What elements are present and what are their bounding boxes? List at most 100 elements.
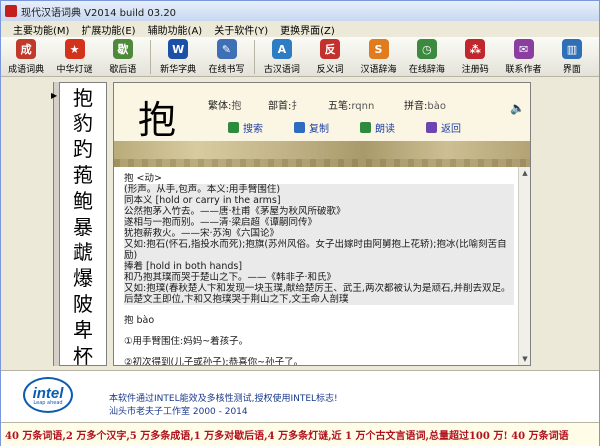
toolbar-button-3[interactable]: W 新华字典 [157,37,199,77]
toolbar-separator [253,40,255,74]
scroll-down-icon[interactable]: ▼ [519,353,531,365]
definition-line: 抱 bào [124,315,155,326]
intel-logo: intel Leap ahead [23,377,73,413]
traditional-field: 繁体:抱 [208,97,241,112]
pinyin-label: 拼音: [404,101,428,112]
toolbar-button-label: 界面 [562,65,581,75]
definition-line: 犹抱薪救火。——宋·苏洵《六国论》 [124,228,514,239]
copy-icon [294,122,305,133]
toolbar-button-8[interactable]: ◷ 在线辞海 [406,37,448,77]
search-icon [228,122,239,133]
footer-certification-text: 本软件通过INTEL能效及多核性测试,授权使用INTEL标志! [109,394,338,404]
copy-button[interactable]: 复制 [294,120,329,135]
toolbar-button-0[interactable]: 成成语词典 [5,37,47,77]
toolbar-button-label: 汉语辞海 [360,65,397,75]
character-list[interactable]: 抱 ▶ 豹趵菢鲍暴虣爆陂卑杯 [51,82,107,368]
character-list-item[interactable]: 陂 [60,289,106,316]
definition-line: (形声。从手,包声。本义:用手臂围住) [124,184,514,195]
decorative-banner [114,141,530,167]
toolbar-button-4[interactable]: ✎ 在线书写 [205,37,247,77]
saying-icon: 歇 [112,39,133,59]
menu-bar: 主要功能(M) 扩展功能(E) 辅助功能(A) 关于软件(Y) 更换界面(Z) [1,21,599,37]
chinese-cihai-icon: S [368,39,389,59]
app-icon [5,5,17,17]
entry-character: 抱 [138,98,177,142]
toolbar-button-1[interactable]: ★ 中华灯谜 [53,37,95,77]
definition-scrollbar[interactable]: ▲ ▼ [518,167,530,365]
toolbar-button-label: 注册码 [461,65,489,75]
left-gutter [1,82,60,366]
character-list-item[interactable]: 虣 [60,238,106,264]
search-button[interactable]: 搜索 [228,120,263,135]
menu-change-interface[interactable]: 更换界面(Z) [274,22,341,37]
toolbar-button-11[interactable]: ▥ 界面 [551,37,593,77]
toolbar-button-2[interactable]: 歇歇后语 [102,37,144,77]
character-list-item[interactable]: 卑 [60,315,106,342]
definition-line: ①用手臂围住:妈妈~着孩子。 [124,336,249,347]
lantern-riddle-icon: ★ [64,39,85,59]
radical-label: 部首: [268,101,292,112]
toolbar-button-label: 新华字典 [160,65,197,75]
toolbar-button-7[interactable]: S 汉语辞海 [357,37,399,77]
app-window: 现代汉语词典 V2014 build 03.20 主要功能(M) 扩展功能(E)… [0,0,600,446]
radical-value: 扌 [291,101,302,112]
definition-line: 同本义 [hold or carry in the arms] [124,195,514,206]
scrolling-ticker: 40 万条词语,2 万多个汉字,5 万多条成语,1 万多对歇后语,4 万多条灯谜… [1,422,599,446]
window-title: 现代汉语词典 V2014 build 03.20 [21,7,177,19]
character-list-item[interactable]: 抱 [60,83,106,110]
toolbar-button-label: 在线辞海 [408,65,445,75]
radical-field: 部首:扌 [268,97,301,112]
menu-main-functions[interactable]: 主要功能(M) [7,22,75,37]
pinyin-value: bào [427,101,446,112]
online-cihai-icon: ◷ [416,39,437,59]
toolbar-button-label: 古汉语词 [263,65,300,75]
online-writing-icon: ✎ [216,39,237,59]
entry-detail-panel: 抱 繁体:抱 部首:扌 五笔:rqnn 拼音:bào 🔈 搜索 复制 朗读 返回… [113,82,531,366]
read-aloud-button[interactable]: 朗读 [360,120,395,135]
toolbar-button-label: 成语词典 [8,65,45,75]
toolbar-button-label: 中华灯谜 [56,65,93,75]
traditional-value: 抱 [231,101,242,112]
interface-icon: ▥ [561,39,582,59]
right-pane [533,82,599,366]
character-list-item[interactable]: 鲍 [60,186,106,213]
back-button[interactable]: 返回 [426,120,461,135]
character-list-item[interactable]: 豹 [60,109,106,135]
read-aloud-icon [360,122,371,133]
character-list-item[interactable]: 爆 [60,264,106,290]
definition-line: 抱 <动> [124,173,162,184]
pinyin-field: 拼音:bào [404,97,446,112]
toolbar-button-6[interactable]: 反反义词 [309,37,351,77]
toolbar-button-9[interactable]: ⁂ 注册码 [454,37,496,77]
wubi-label: 五笔: [328,101,352,112]
definition-line: 又如:抱璞(春秋楚人卞和发现一块玉璞,献给楚厉王、武王,两次都被认为是顽石,并削… [124,283,514,305]
speaker-icon[interactable]: 🔈 [510,101,525,115]
toolbar-button-label: 联系作者 [505,65,542,75]
character-list-item[interactable]: 菢 [60,160,106,187]
idiom-dict-icon: 成 [16,39,37,59]
menu-extended-functions[interactable]: 扩展功能(E) [75,22,141,37]
traditional-label: 繁体: [208,101,232,112]
xinhua-dict-icon: W [168,39,189,59]
contact-author-icon: ✉ [513,39,534,59]
definition-line: 遂相与一抱而别。——清·梁启超《谭嗣同传》 [124,217,514,228]
selected-marker-icon: ▶ [51,91,58,100]
wubi-field: 五笔:rqnn [328,97,374,112]
register-code-icon: ⁂ [465,39,486,59]
toolbar-button-label: 歇后语 [109,65,137,75]
character-list-item[interactable]: 暴 [60,212,106,239]
menu-auxiliary-functions[interactable]: 辅助功能(A) [142,22,209,37]
character-list-item[interactable]: 趵 [60,135,106,161]
menu-about[interactable]: 关于软件(Y) [208,22,274,37]
classical-chinese-icon: A [271,39,292,59]
definition-line: 捧着 [hold in both hands] [124,261,514,272]
footer-copyright-text: 汕头市老夫子工作室 2000 - 2014 [109,407,248,417]
toolbar-button-5[interactable]: A 古汉语词 [261,37,303,77]
character-list-item[interactable]: 杯 [60,341,106,368]
definition-text[interactable]: 抱 <动> (形声。从手,包声。本义:用手臂围住) 同本义 [hold or car… [114,167,518,365]
scroll-up-icon[interactable]: ▲ [519,167,531,179]
toolbar-button-10[interactable]: ✉ 联系作者 [502,37,544,77]
definition-line: 公然抱茅入竹去。——唐·杜甫《茅屋为秋风所破歌》 [124,206,514,217]
